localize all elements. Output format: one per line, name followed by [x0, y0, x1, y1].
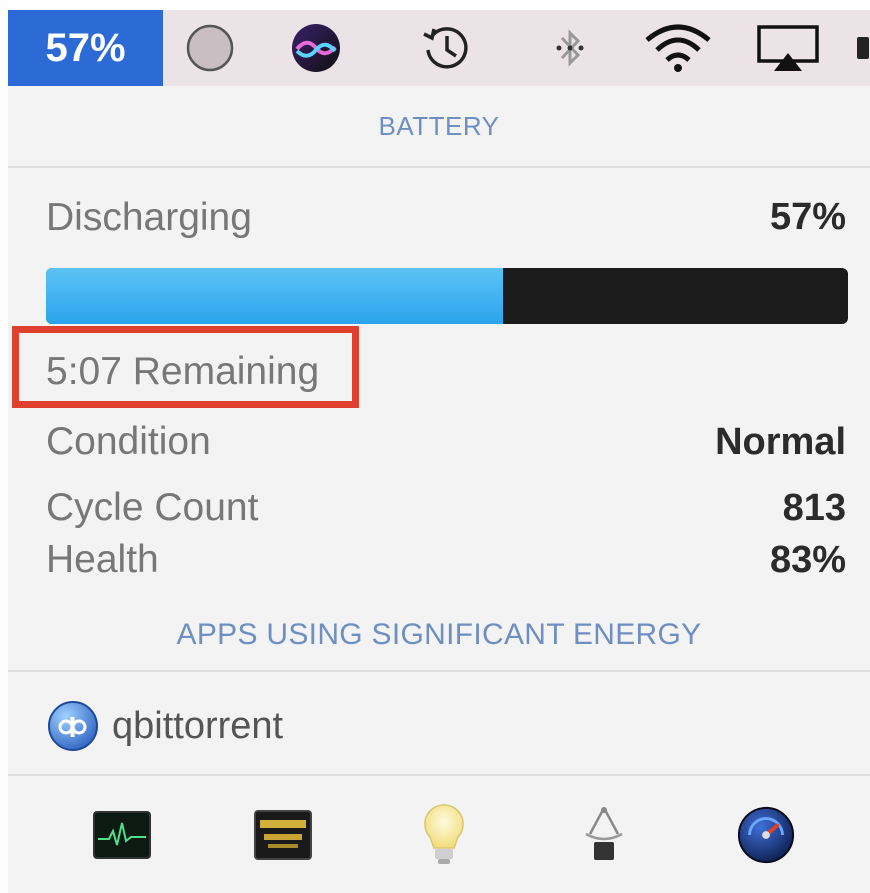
health-label: Health: [46, 538, 159, 581]
console-icon[interactable]: [253, 805, 313, 865]
siri-icon[interactable]: [285, 10, 347, 86]
activity-monitor-icon[interactable]: [92, 805, 152, 865]
light-bulb-icon[interactable]: [414, 804, 474, 865]
highlight-box: [12, 326, 359, 408]
status-label: Discharging: [46, 196, 252, 239]
battery-section-header: BATTERY: [378, 110, 500, 141]
battery-charge-bar: [46, 268, 848, 324]
left-edge: [0, 0, 8, 893]
top-strip: [0, 0, 870, 10]
health-value: 83%: [769, 539, 846, 581]
app-name: qbittorrent: [112, 704, 284, 747]
battery-charge-fill: [46, 268, 504, 324]
wifi-icon[interactable]: [640, 10, 716, 86]
time-machine-icon[interactable]: [415, 10, 477, 86]
app-item-qbittorrent[interactable]: qbittorrent: [46, 696, 283, 756]
disk-utility-icon[interactable]: [736, 805, 796, 865]
bluetooth-icon[interactable]: [545, 10, 595, 86]
system-information-icon[interactable]: [574, 805, 634, 865]
cycle-count-value: 813: [782, 487, 846, 529]
battery-menu-item[interactable]: 57%: [8, 10, 163, 86]
status-value: 57%: [769, 196, 846, 238]
record-circle-icon[interactable]: [180, 10, 240, 86]
condition-label: Condition: [46, 420, 211, 463]
battery-edge-icon: [856, 10, 870, 86]
qbittorrent-icon: [46, 699, 100, 753]
divider: [8, 166, 870, 168]
cycle-count-label: Cycle Count: [46, 486, 259, 529]
divider: [8, 670, 870, 672]
energy-section-header: APPS USING SIGNIFICANT ENERGY: [176, 618, 702, 651]
airplay-icon[interactable]: [752, 10, 824, 86]
condition-value: Normal: [715, 421, 846, 463]
divider: [8, 774, 870, 776]
